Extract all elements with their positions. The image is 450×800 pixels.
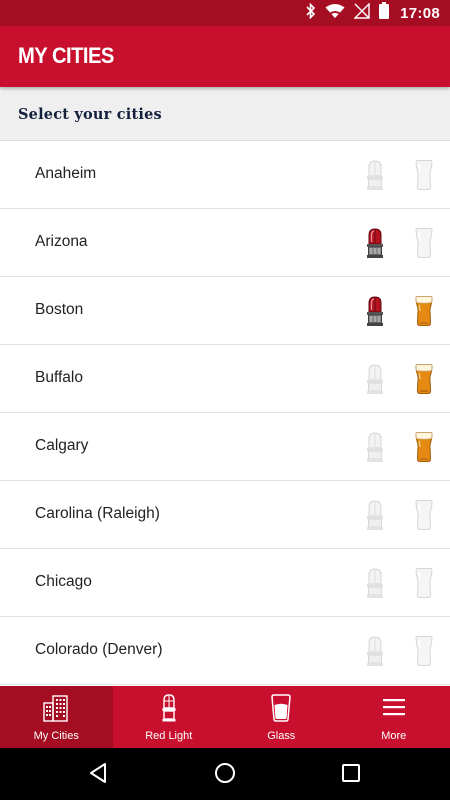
city-row[interactable]: Carolina (Raleigh) (0, 481, 450, 549)
tab-label: More (381, 730, 407, 742)
goal-light-toggle-icon[interactable] (365, 431, 385, 463)
goal-light-toggle-icon[interactable] (365, 499, 385, 531)
city-row[interactable]: Arizona (0, 209, 450, 277)
city-name: Carolina (Raleigh) (35, 505, 160, 522)
page-title: MY CITIES (18, 43, 114, 68)
city-name: Anaheim (35, 165, 97, 182)
city-name: Calgary (35, 437, 89, 454)
beer-glass-toggle-icon[interactable] (413, 431, 435, 463)
tab-more[interactable]: More (338, 686, 450, 748)
city-list[interactable]: Anaheim Arizona Boston Buffalo Calgary C… (0, 141, 450, 686)
app-bar: MY CITIES (0, 26, 450, 87)
bluetooth-icon (305, 2, 316, 24)
beer-glass-toggle-icon[interactable] (413, 567, 435, 599)
status-bar: 17:08 (0, 0, 450, 26)
back-icon[interactable] (88, 762, 108, 789)
status-icons: 17:08 (305, 0, 440, 26)
battery-icon (379, 2, 390, 24)
wifi-icon (325, 3, 345, 24)
section-header-text: Select your cities (18, 106, 162, 123)
city-row[interactable]: Boston (0, 277, 450, 345)
city-name: Chicago (35, 573, 92, 590)
tab-label: Glass (267, 730, 296, 742)
goal-light-toggle-icon[interactable] (365, 363, 385, 395)
city-name: Colorado (Denver) (35, 641, 163, 658)
goal-light-toggle-icon[interactable] (365, 635, 385, 667)
menu-icon (382, 698, 405, 721)
city-row[interactable]: Anaheim (0, 141, 450, 209)
beer-glass-toggle-icon[interactable] (413, 635, 435, 667)
section-header: Select your cities (0, 87, 450, 141)
goal-light-toggle-icon[interactable] (365, 227, 385, 259)
no-signal-icon (353, 1, 370, 24)
city-buildings-icon (43, 694, 69, 727)
system-navigation-bar (0, 748, 450, 800)
beer-glass-toggle-icon[interactable] (413, 227, 435, 259)
city-row[interactable]: Chicago (0, 549, 450, 617)
bottom-navigation: My Cities Red Light Glass More (0, 686, 450, 748)
goal-light-toggle-icon[interactable] (365, 295, 385, 327)
city-name: Buffalo (35, 369, 83, 386)
clock: 17:08 (400, 4, 440, 22)
goal-light-toggle-icon[interactable] (365, 159, 385, 191)
beer-glass-toggle-icon[interactable] (413, 499, 435, 531)
recents-icon[interactable] (342, 764, 360, 787)
city-name: Arizona (35, 233, 88, 250)
goal-light-icon (161, 694, 177, 727)
tab-my-cities[interactable]: My Cities (0, 686, 113, 748)
city-row[interactable]: Calgary (0, 413, 450, 481)
city-row[interactable]: Buffalo (0, 345, 450, 413)
tab-label: Red Light (145, 730, 193, 742)
city-name: Boston (35, 301, 84, 318)
beer-glass-toggle-icon[interactable] (413, 159, 435, 191)
tab-red-light[interactable]: Red Light (113, 686, 226, 748)
beer-glass-toggle-icon[interactable] (413, 363, 435, 395)
tab-glass[interactable]: Glass (225, 686, 338, 748)
city-row[interactable]: Colorado (Denver) (0, 617, 450, 685)
tab-label: My Cities (33, 730, 79, 742)
home-icon[interactable] (214, 762, 236, 789)
goal-light-toggle-icon[interactable] (365, 567, 385, 599)
beer-glass-icon (270, 694, 292, 727)
beer-glass-toggle-icon[interactable] (413, 295, 435, 327)
